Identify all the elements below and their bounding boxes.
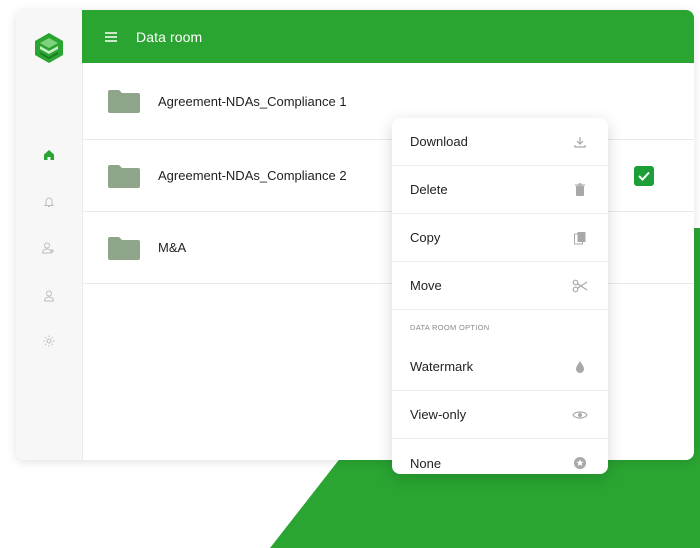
- menu-item-none[interactable]: None: [392, 439, 608, 474]
- folder-icon: [108, 90, 140, 113]
- gear-icon: [43, 335, 55, 347]
- folder-icon: [108, 236, 140, 260]
- menu-item-label: View-only: [410, 407, 467, 422]
- menu-item-move[interactable]: Move: [392, 262, 608, 310]
- copy-icon: [572, 230, 588, 246]
- star-icon: [572, 455, 588, 471]
- menu-item-label: None: [410, 455, 442, 471]
- menu-item-delete[interactable]: Delete: [392, 166, 608, 214]
- file-name: M&A: [158, 240, 187, 255]
- sidebar-item-users[interactable]: [37, 236, 61, 260]
- row-checkbox[interactable]: [634, 165, 654, 186]
- menu-item-label: Download: [410, 134, 468, 149]
- download-icon: [572, 134, 588, 150]
- trash-icon: [572, 182, 588, 198]
- top-bar: Data room: [82, 10, 694, 63]
- drop-icon: [572, 359, 588, 375]
- sidebar-item-settings[interactable]: [37, 329, 61, 353]
- file-name: Agreement-NDAs_Compliance 1: [158, 93, 347, 109]
- bell-icon: [44, 197, 54, 207]
- menu-item-label: Watermark: [410, 359, 474, 374]
- hamburger-menu-icon[interactable]: [104, 28, 122, 46]
- user-icon: [43, 290, 55, 302]
- folder-icon: [108, 164, 140, 188]
- file-name: Agreement-NDAs_Compliance 2: [158, 168, 347, 183]
- sidebar-item-profile[interactable]: [37, 284, 61, 308]
- menu-item-download[interactable]: Download: [392, 118, 608, 166]
- sidebar-item-home[interactable]: [37, 143, 61, 167]
- eye-icon: [572, 407, 588, 423]
- menu-item-label: Delete: [410, 182, 448, 197]
- logo-icon: [35, 33, 63, 63]
- home-icon: [44, 150, 54, 160]
- users-icon: [41, 242, 54, 254]
- checkmark-icon: [638, 171, 650, 181]
- page-title: Data room: [136, 28, 203, 45]
- menu-item-watermark[interactable]: Watermark: [392, 343, 608, 391]
- sidebar-item-notifications[interactable]: [37, 190, 61, 214]
- menu-section-title: DATA ROOM OPTION: [410, 323, 490, 332]
- context-menu: Download Delete Copy Move DATA ROOM OPTI…: [392, 118, 608, 474]
- menu-item-view-only[interactable]: View-only: [392, 391, 608, 439]
- scissors-icon: [572, 278, 588, 294]
- menu-item-label: Move: [410, 278, 442, 293]
- menu-item-label: Copy: [410, 230, 441, 245]
- sidebar: [16, 10, 83, 460]
- menu-item-copy[interactable]: Copy: [392, 214, 608, 262]
